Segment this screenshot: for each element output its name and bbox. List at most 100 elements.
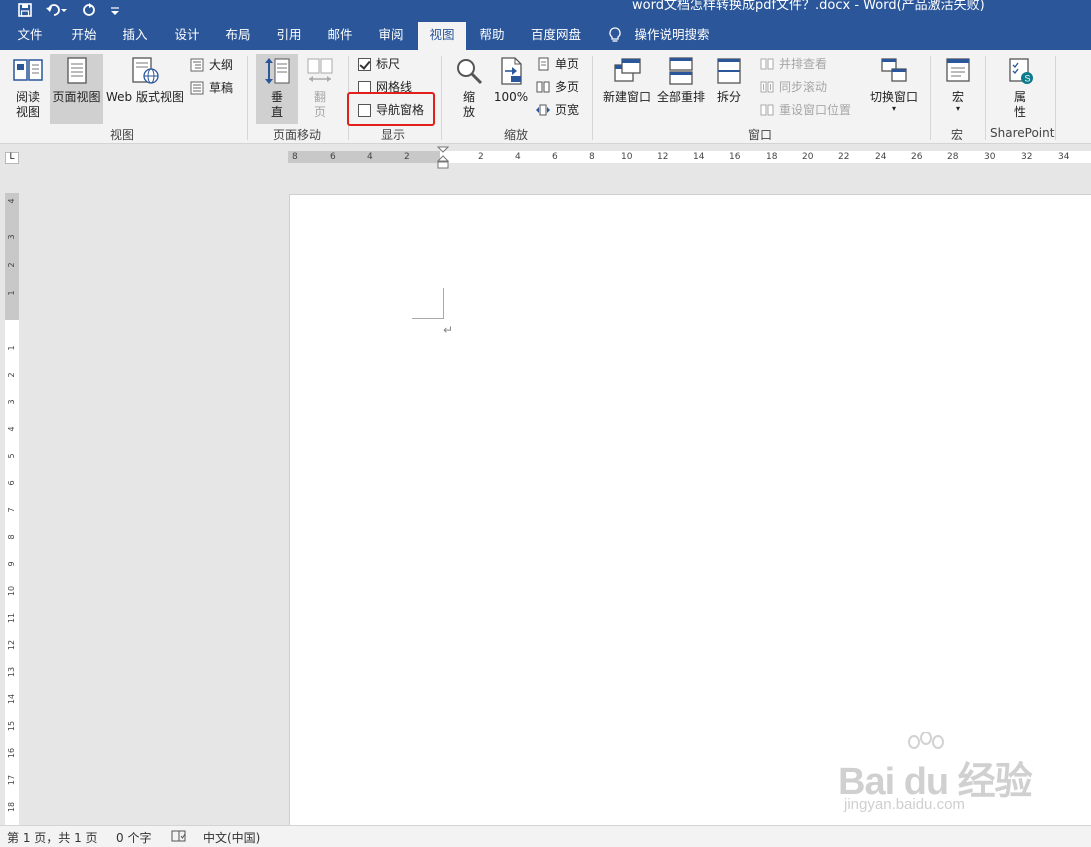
tab-layout[interactable]: 布局 (218, 22, 258, 50)
horizontal-ruler[interactable]: 8 6 4 2 2 4 6 8 10 12 14 16 18 20 22 24 … (288, 151, 1091, 163)
proofing-icon[interactable] (171, 829, 187, 846)
ruler-tick-label: 8 (589, 152, 595, 162)
sharepoint-group-label: SharePoint (990, 126, 1055, 140)
page-count[interactable]: 第 1 页，共 1 页 (7, 829, 98, 846)
group-divider (247, 56, 248, 140)
tab-review[interactable]: 审阅 (371, 22, 411, 50)
multiple-pages-button[interactable]: 多页 (536, 77, 579, 97)
vertical-button[interactable]: 垂 直 (256, 54, 298, 124)
vertical-scroll-icon (265, 58, 290, 84)
page-width-label: 页宽 (555, 103, 580, 117)
vertical-label: 垂 直 (270, 90, 283, 119)
page-width-icon (536, 104, 550, 116)
ruler-tick-label: 6 (552, 152, 558, 162)
one-page-label: 单页 (555, 57, 580, 71)
arrange-all-label: 全部重排 (656, 90, 705, 104)
zoom-label: 缩 放 (462, 90, 475, 119)
page-movement-group-label: 页面移动 (273, 128, 322, 142)
ruler-tick-label: 15 (7, 720, 16, 732)
arrange-all-button[interactable]: 全部重排 (655, 56, 707, 122)
ruler-checkbox[interactable]: 标尺 (358, 54, 400, 74)
properties-button[interactable]: S 属 性 (1000, 56, 1040, 122)
switch-windows-icon (881, 58, 907, 82)
zoom-100-icon (501, 57, 522, 85)
save-icon[interactable] (18, 3, 32, 19)
ruler-check-icon[interactable] (358, 57, 371, 71)
ruler-tick-label: 11 (7, 612, 16, 624)
split-icon (717, 58, 741, 84)
ruler-tick-label: 18 (766, 152, 778, 162)
redo-icon[interactable] (82, 3, 96, 19)
ruler-left-margin (288, 151, 440, 163)
ruler-tick-label: 7 (7, 507, 16, 513)
new-window-button[interactable]: 新建窗口 (600, 56, 654, 122)
views-group-label: 视图 (110, 128, 135, 142)
tab-references[interactable]: 引用 (269, 22, 309, 50)
word-count[interactable]: 0 个字 (116, 829, 151, 846)
tab-home[interactable]: 开始 (64, 22, 104, 50)
tab-selector[interactable]: L (5, 152, 19, 164)
ruler-tick-label: 2 (7, 372, 16, 378)
multiple-pages-label: 多页 (555, 80, 580, 94)
undo-icon[interactable] (46, 3, 68, 19)
side-to-side-icon (307, 58, 333, 82)
side-by-side-icon (760, 58, 774, 70)
multiple-pages-icon (536, 81, 550, 93)
ruler-tick-label: 28 (947, 152, 959, 162)
watermark-url: jingyan.baidu.com (844, 796, 965, 813)
draft-label: 草稿 (209, 81, 234, 95)
tab-mailings[interactable]: 邮件 (320, 22, 360, 50)
language-indicator[interactable]: 中文(中国) (203, 829, 260, 846)
switch-windows-label: 切换窗口 (869, 90, 918, 104)
read-mode-button[interactable]: 阅读 视图 (8, 56, 48, 122)
quick-access-toolbar (18, 0, 120, 22)
tab-baidu-netdisk[interactable]: 百度网盘 (526, 22, 586, 50)
customize-qat-icon[interactable] (110, 4, 120, 18)
outline-button[interactable]: 大纲 (190, 55, 233, 75)
navigation-pane-highlight-box (347, 92, 435, 126)
page-width-button[interactable]: 页宽 (536, 100, 579, 120)
ruler-tick-label: 20 (802, 152, 814, 162)
side-by-side-label: 并排查看 (779, 57, 828, 71)
zoom-100-button[interactable]: 100% (492, 56, 530, 122)
switch-windows-button[interactable]: 切换窗口 ▾ (866, 56, 922, 122)
indent-marker-icon[interactable] (437, 146, 449, 170)
svg-text:S: S (1025, 74, 1031, 84)
read-mode-label: 阅读 视图 (15, 90, 40, 119)
ruler-tick-label: 6 (7, 480, 16, 486)
tab-help[interactable]: 帮助 (472, 22, 512, 50)
reset-window-position-button[interactable]: 重设窗口位置 (760, 100, 851, 120)
draft-icon (190, 81, 204, 95)
tab-design[interactable]: 设计 (167, 22, 207, 50)
one-page-button[interactable]: 单页 (536, 54, 579, 74)
ruler-tick-label: 4 (7, 426, 16, 432)
macros-button[interactable]: 宏 ▾ (938, 56, 978, 122)
properties-icon: S (1009, 58, 1033, 84)
ruler-tick-label: 4 (7, 198, 16, 204)
web-layout-label: Web 版式视图 (106, 90, 184, 104)
tab-file[interactable]: 文件 (10, 22, 50, 50)
lightbulb-icon (609, 27, 621, 42)
tab-insert[interactable]: 插入 (115, 22, 155, 50)
show-group-label: 显示 (381, 128, 406, 142)
tell-me-search[interactable]: 操作说明搜索 (630, 22, 714, 50)
synchronous-scrolling-button[interactable]: 同步滚动 (760, 77, 827, 97)
zoom-100-label: 100% (493, 90, 529, 104)
print-layout-button[interactable]: 页面视图 (50, 54, 103, 124)
vertical-ruler[interactable]: 4 3 2 1 1 2 3 4 5 6 7 8 9 10 11 12 13 14… (5, 193, 19, 825)
ribbon-view: 阅读 视图 页面视图 Web 版式视图 大纲 草稿 视图 垂 直 翻 页 页面移… (0, 50, 1091, 144)
zoom-button[interactable]: 缩 放 (450, 56, 488, 122)
ruler-tick-label: 18 (7, 801, 16, 813)
macros-icon (946, 58, 970, 82)
view-side-by-side-button[interactable]: 并排查看 (760, 54, 827, 74)
outline-icon (190, 58, 204, 72)
draft-button[interactable]: 草稿 (190, 78, 233, 98)
ruler-tick-label: 13 (7, 666, 16, 678)
web-layout-button[interactable]: Web 版式视图 (104, 56, 186, 122)
ruler-tick-label: 2 (7, 262, 16, 268)
tab-view[interactable]: 视图 (418, 22, 466, 50)
new-window-label: 新建窗口 (602, 90, 651, 104)
side-to-side-button[interactable]: 翻 页 (300, 56, 340, 122)
ruler-tick-label: 8 (292, 152, 298, 162)
split-button[interactable]: 拆分 (710, 56, 748, 122)
